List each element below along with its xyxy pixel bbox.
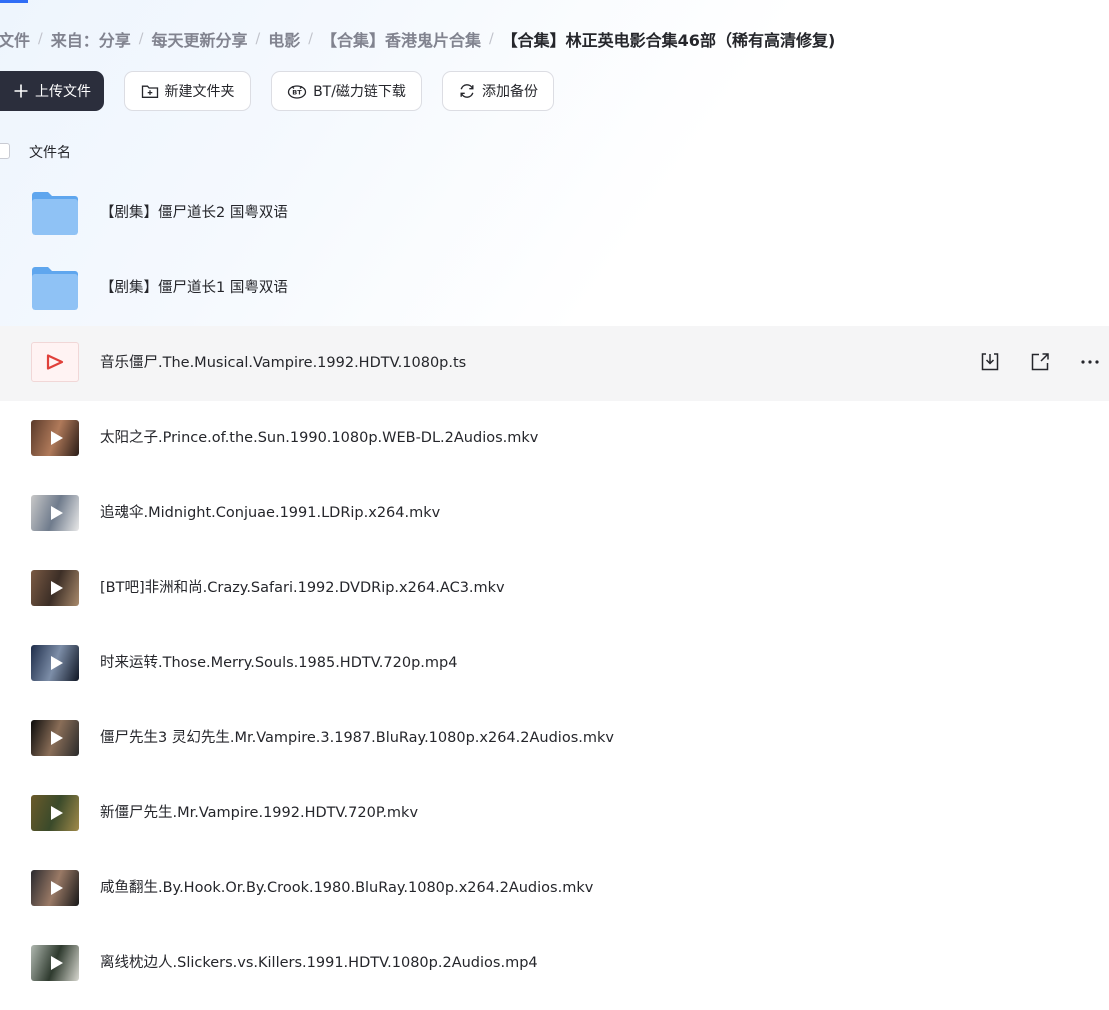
video-thumbnail	[31, 795, 79, 831]
video-thumbnail	[31, 720, 79, 756]
download-icon[interactable]	[978, 350, 1002, 374]
breadcrumb-current: 【合集】林正英电影合集46部（稀有高清修复)	[501, 31, 836, 50]
file-name[interactable]: 离线枕边人.Slickers.vs.Killers.1991.HDTV.1080…	[100, 926, 538, 1001]
file-list-header: 文件名	[0, 140, 1109, 164]
file-row[interactable]: 【剧集】僵尸道长2 国粤双语	[0, 176, 1109, 251]
play-icon	[51, 806, 63, 820]
file-row[interactable]: 【剧集】僵尸道长1 国粤双语	[0, 251, 1109, 326]
bt-icon: BT	[287, 83, 307, 99]
select-all-checkbox[interactable]	[0, 143, 10, 159]
sync-icon	[458, 82, 476, 100]
new-folder-icon	[141, 83, 159, 99]
video-thumbnail	[31, 945, 79, 981]
video-thumbnail	[31, 420, 79, 456]
breadcrumb-item[interactable]: 每天更新分享	[151, 27, 247, 51]
breadcrumb-item[interactable]: 电影	[268, 27, 300, 51]
video-thumbnail	[31, 645, 79, 681]
file-list: 【剧集】僵尸道长2 国粤双语 【剧集】僵尸道长1 国粤双语 音乐僵尸.The.Mus…	[0, 176, 1109, 1001]
breadcrumb: 文件 / 来自：分享 / 每天更新分享 / 电影 / 【合集】香港鬼片合集 / 【合集】林正英电影合…	[0, 24, 835, 54]
new-folder-label: 新建文件夹	[164, 84, 235, 100]
breadcrumb-separator: /	[38, 31, 43, 47]
file-row[interactable]: 太阳之子.Prince.of.the.Sun.1990.1080p.WEB-DL…	[0, 401, 1109, 476]
video-thumbnail	[31, 870, 79, 906]
column-header-filename: 文件名	[29, 145, 71, 161]
folder-icon	[32, 266, 78, 310]
file-name[interactable]: 追魂伞.Midnight.Conjuae.1991.LDRip.x264.mkv	[100, 476, 440, 551]
file-name[interactable]: 僵尸先生3 灵幻先生.Mr.Vampire.3.1987.BluRay.1080…	[100, 701, 614, 776]
file-row[interactable]: 新僵尸先生.Mr.Vampire.1992.HDTV.720P.mkv	[0, 776, 1109, 851]
play-icon	[51, 956, 63, 970]
breadcrumb-separator: /	[488, 31, 494, 47]
add-backup-button[interactable]: 添加备份	[442, 71, 554, 111]
bt-magnet-download-button[interactable]: BT BT/磁力链下载	[271, 71, 422, 111]
file-row[interactable]: 追魂伞.Midnight.Conjuae.1991.LDRip.x264.mkv	[0, 476, 1109, 551]
file-name[interactable]: 音乐僵尸.The.Musical.Vampire.1992.HDTV.1080p…	[100, 326, 466, 401]
breadcrumb-item[interactable]: 文件	[0, 27, 30, 51]
play-icon	[51, 431, 63, 445]
folder-icon	[32, 191, 78, 235]
svg-text:BT: BT	[292, 89, 302, 97]
video-thumbnail	[31, 570, 79, 606]
video-thumbnail	[31, 495, 79, 531]
file-row[interactable]: [BT吧]非洲和尚.Crazy.Safari.1992.DVDRip.x264.…	[0, 551, 1109, 626]
play-icon	[51, 881, 63, 895]
file-name[interactable]: 新僵尸先生.Mr.Vampire.1992.HDTV.720P.mkv	[100, 776, 418, 851]
file-name[interactable]: 【剧集】僵尸道长1 国粤双语	[100, 251, 288, 326]
file-name[interactable]: 咸鱼翻生.By.Hook.Or.By.Crook.1980.BluRay.108…	[100, 851, 593, 926]
upload-file-label: 上传文件	[35, 84, 91, 100]
play-icon	[51, 731, 63, 745]
file-name[interactable]: 【剧集】僵尸道长2 国粤双语	[100, 176, 288, 251]
add-backup-label: 添加备份	[482, 84, 538, 100]
play-icon	[51, 506, 63, 520]
file-name[interactable]: 时来运转.Those.Merry.Souls.1985.HDTV.720p.mp…	[100, 626, 457, 701]
file-row[interactable]: 僵尸先生3 灵幻先生.Mr.Vampire.3.1987.BluRay.1080…	[0, 701, 1109, 776]
breadcrumb-item[interactable]: 【合集】香港鬼片合集	[321, 27, 481, 51]
breadcrumb-separator: /	[138, 31, 144, 47]
file-row[interactable]: 音乐僵尸.The.Musical.Vampire.1992.HDTV.1080p…	[0, 326, 1109, 401]
plus-icon	[13, 83, 29, 99]
play-icon	[51, 581, 63, 595]
upload-file-button[interactable]: 上传文件	[0, 71, 104, 111]
active-tab-indicator	[0, 0, 28, 3]
breadcrumb-item[interactable]: 来自：分享	[51, 27, 131, 51]
video-file-icon	[31, 342, 79, 382]
file-row[interactable]: 咸鱼翻生.By.Hook.Or.By.Crook.1980.BluRay.108…	[0, 851, 1109, 926]
play-icon	[51, 656, 63, 670]
file-name[interactable]: [BT吧]非洲和尚.Crazy.Safari.1992.DVDRip.x264.…	[100, 551, 505, 626]
bt-magnet-download-label: BT/磁力链下载	[313, 84, 406, 100]
more-icon[interactable]	[1078, 350, 1102, 374]
file-row[interactable]: 时来运转.Those.Merry.Souls.1985.HDTV.720p.mp…	[0, 626, 1109, 701]
file-row[interactable]: 离线枕边人.Slickers.vs.Killers.1991.HDTV.1080…	[0, 926, 1109, 1001]
new-folder-button[interactable]: 新建文件夹	[124, 71, 251, 111]
file-name[interactable]: 太阳之子.Prince.of.the.Sun.1990.1080p.WEB-DL…	[100, 401, 538, 476]
breadcrumb-separator: /	[255, 31, 261, 47]
breadcrumb-separator: /	[308, 31, 313, 47]
share-icon[interactable]	[1028, 350, 1052, 374]
